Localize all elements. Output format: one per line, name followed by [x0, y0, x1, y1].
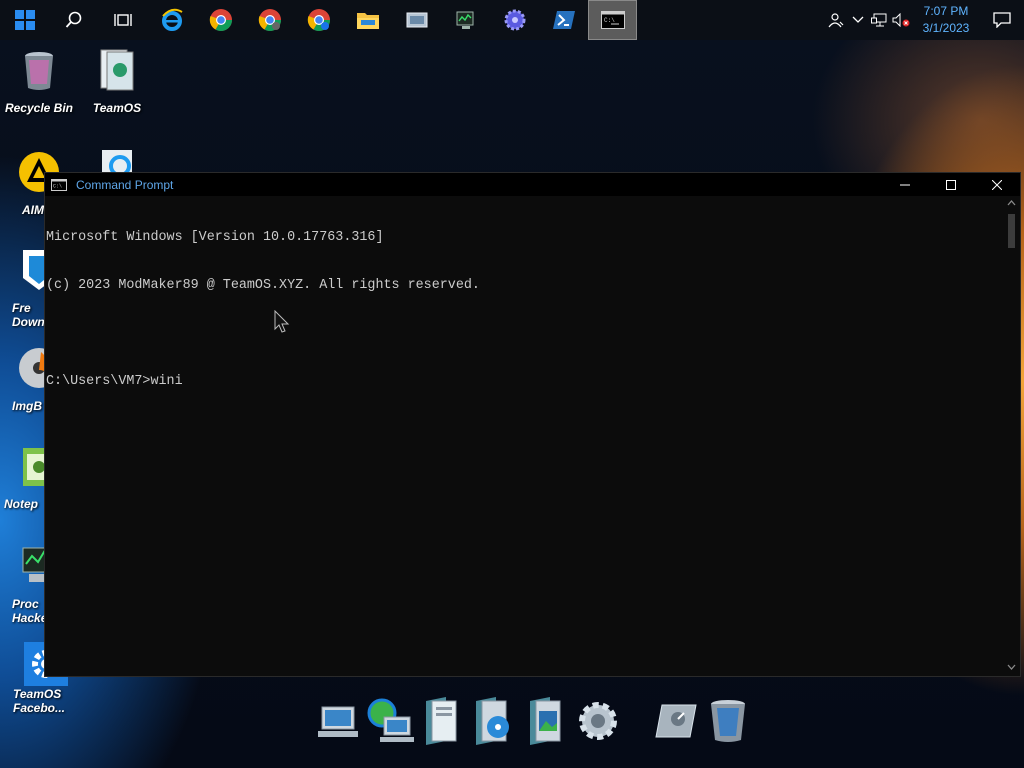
- system-monitor-icon: [456, 11, 473, 29]
- windows-logo-icon: [14, 10, 35, 30]
- volume-button[interactable]: [890, 0, 912, 40]
- taskbar-ie[interactable]: [147, 0, 196, 40]
- vertical-scrollbar[interactable]: [1003, 196, 1020, 676]
- start-button[interactable]: [0, 0, 49, 40]
- console-output[interactable]: Microsoft Windows [Version 10.0.17763.31…: [45, 196, 1003, 676]
- dock-settings[interactable]: [572, 696, 624, 746]
- search-button[interactable]: [49, 0, 98, 40]
- chrome-icon: [209, 9, 232, 31]
- task-view-icon: [113, 14, 132, 26]
- clock-date: 3/1/2023: [922, 21, 970, 35]
- dock-media[interactable]: [468, 696, 520, 746]
- dock-bar: [312, 690, 754, 746]
- dock-documents[interactable]: [416, 696, 468, 746]
- network-icon: [871, 13, 887, 27]
- scroll-up-icon[interactable]: [1007, 200, 1016, 206]
- desktop-icon-label: TeamOS: [92, 101, 142, 115]
- scroll-down-icon[interactable]: [1007, 664, 1016, 670]
- taskbar-clock[interactable]: 7:07 PM 3/1/2023: [912, 3, 980, 37]
- taskbar: C:\ 7:07 PM 3/1/2023: [0, 0, 1024, 40]
- maximize-icon: [946, 179, 956, 190]
- documents-icon: [426, 697, 457, 745]
- chevron-down-icon: [852, 16, 864, 23]
- dock-pictures[interactable]: [520, 696, 572, 746]
- taskbar-system-monitor[interactable]: [441, 0, 490, 40]
- desktop-icon-teamos[interactable]: TeamOS: [78, 48, 156, 115]
- settings-icon: [579, 702, 617, 740]
- task-view-button[interactable]: [98, 0, 147, 40]
- network-icon: [367, 698, 414, 742]
- computer-icon: [318, 706, 358, 737]
- network-button[interactable]: [868, 0, 890, 40]
- taskbar-powershell[interactable]: [539, 0, 588, 40]
- taskbar-command-prompt[interactable]: C:\: [588, 0, 637, 40]
- command-prompt-window[interactable]: C:\ Command Prompt Microsoft Windows [Ve…: [44, 172, 1021, 677]
- chrome-icon: [258, 9, 281, 31]
- teamos-icon: [100, 49, 134, 91]
- recycle-bin-icon: [711, 700, 745, 742]
- taskbar-file-explorer[interactable]: [343, 0, 392, 40]
- taskbar-chrome-3[interactable]: [294, 0, 343, 40]
- minimize-icon: [900, 184, 910, 185]
- notification-icon: [993, 12, 1011, 28]
- control-panel-icon: [406, 12, 427, 28]
- taskbar-chrome-1[interactable]: [196, 0, 245, 40]
- desktop-icon-recycle-bin[interactable]: Recycle Bin: [0, 48, 78, 115]
- internet-explorer-icon: [161, 8, 183, 31]
- action-center-button[interactable]: [980, 0, 1024, 40]
- dock-recycle-bin[interactable]: [702, 696, 754, 746]
- dock-control-panel[interactable]: [650, 696, 702, 746]
- hidden-icons-button[interactable]: [848, 0, 868, 40]
- maximize-button[interactable]: [928, 173, 974, 196]
- console-line: (c) 2023 ModMaker89 @ TeamOS.XYZ. All ri…: [46, 278, 480, 293]
- powershell-icon: [552, 11, 575, 29]
- dock-spacer: [624, 696, 650, 746]
- people-button[interactable]: [824, 0, 848, 40]
- dock-network[interactable]: [364, 696, 416, 746]
- scrollbar-thumb[interactable]: [1008, 214, 1015, 248]
- window-title: Command Prompt: [76, 177, 174, 192]
- dock-computer[interactable]: [312, 696, 364, 746]
- search-icon: [65, 11, 81, 28]
- chrome-icon: [307, 9, 330, 31]
- system-tray: 7:07 PM 3/1/2023: [824, 0, 1024, 40]
- volume-muted-icon: [892, 13, 910, 27]
- minimize-button[interactable]: [882, 173, 928, 196]
- taskbar-control-panel[interactable]: [392, 0, 441, 40]
- console-line: Microsoft Windows [Version 10.0.17763.31…: [46, 230, 384, 245]
- clock-time: 7:07 PM: [923, 4, 969, 18]
- svg-text:C:\: C:\: [53, 183, 62, 189]
- taskbar-chrome-2[interactable]: [245, 0, 294, 40]
- close-button[interactable]: [974, 173, 1020, 196]
- pictures-icon: [530, 697, 561, 745]
- console-prompt-line: C:\Users\VM7>wini: [46, 374, 183, 389]
- media-icon: [476, 697, 509, 745]
- window-titlebar[interactable]: C:\ Command Prompt: [45, 173, 1020, 196]
- desktop-icon-label: TeamOS Facebo...: [13, 687, 66, 715]
- settings-gear-icon: [504, 9, 525, 31]
- people-icon: [828, 13, 844, 28]
- command-prompt-icon: C:\: [600, 11, 625, 29]
- file-explorer-icon: [356, 13, 379, 29]
- taskbar-settings-gear[interactable]: [490, 0, 539, 40]
- control-panel-icon: [655, 704, 697, 738]
- close-icon: [992, 179, 1002, 190]
- command-prompt-icon: C:\: [51, 178, 67, 191]
- mouse-cursor-icon: [274, 310, 290, 333]
- desktop-icon-label: Recycle Bin: [4, 101, 74, 115]
- recycle-bin-icon: [25, 52, 53, 90]
- svg-text:C:\: C:\: [604, 17, 615, 24]
